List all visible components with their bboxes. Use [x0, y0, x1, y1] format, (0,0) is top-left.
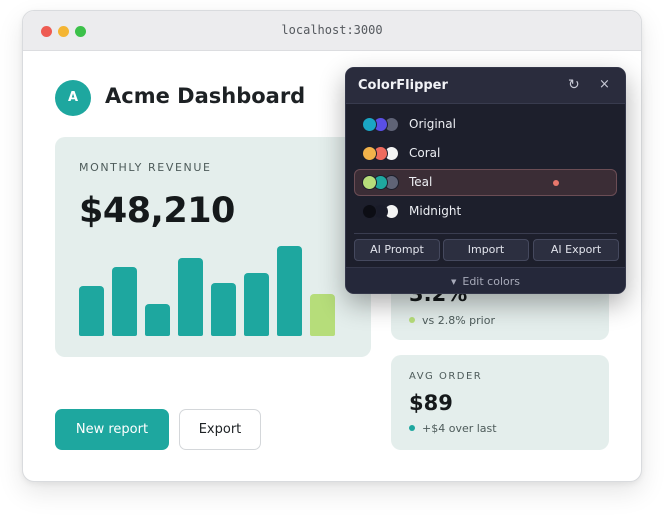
edit-colors-label: Edit colors [462, 275, 520, 288]
chart-bar [178, 258, 203, 336]
caret-down-icon: ▼ [450, 278, 457, 286]
chart-bar [310, 294, 335, 336]
panel-divider [354, 233, 617, 234]
avatar: A [55, 80, 91, 116]
trend-dot [409, 317, 415, 323]
export-button[interactable]: Export [179, 409, 261, 450]
stat-label: AVG ORDER [409, 371, 483, 382]
theme-name: Original [409, 117, 456, 131]
theme-name: Midnight [409, 204, 462, 218]
theme-option-midnight[interactable]: Midnight [354, 198, 617, 225]
import-button[interactable]: Import [443, 239, 529, 261]
chart-bar [211, 283, 236, 336]
stat-sub: vs 2.8% prior [409, 314, 495, 327]
browser-titlebar: localhost:3000 [23, 11, 641, 51]
stat-sub-text: +$4 over last [422, 422, 497, 435]
stat-sub-text: vs 2.8% prior [422, 314, 495, 327]
trend-dot [409, 425, 415, 431]
stat-sub: +$4 over last [409, 422, 497, 435]
chart-bar [112, 267, 137, 336]
revenue-label: MONTHLY REVENUE [79, 161, 212, 174]
new-report-button[interactable]: New report [55, 409, 169, 450]
color-swatch [362, 117, 377, 132]
colorflipper-panel: ColorFlipper ↻ × Original Coral Teal Mid… [345, 67, 626, 294]
active-theme-dot [553, 180, 559, 186]
ai-export-button[interactable]: AI Export [533, 239, 619, 261]
page-title: Acme Dashboard [105, 84, 306, 108]
color-swatch [362, 175, 377, 190]
theme-swatches [362, 204, 404, 220]
theme-option-coral[interactable]: Coral [354, 140, 617, 167]
theme-option-original[interactable]: Original [354, 111, 617, 138]
theme-name: Coral [409, 146, 441, 160]
color-swatch [362, 204, 377, 219]
chart-bar [244, 273, 269, 336]
color-swatch [362, 146, 377, 161]
chart-bar [277, 246, 302, 336]
revenue-card: MONTHLY REVENUE $48,210 [55, 137, 371, 357]
panel-title: ColorFlipper [358, 78, 448, 93]
theme-swatches [362, 117, 404, 133]
stat-card-avg-order: AVG ORDER $89 +$4 over last [391, 355, 609, 450]
theme-option-teal[interactable]: Teal [354, 169, 617, 196]
stat-value: $89 [409, 391, 453, 415]
close-icon[interactable]: × [599, 76, 610, 94]
chart-bar [79, 286, 104, 336]
theme-name: Teal [409, 175, 433, 189]
reset-icon[interactable]: ↻ [568, 76, 580, 94]
panel-header: ColorFlipper ↻ × [346, 68, 625, 104]
chart-bar [145, 304, 170, 336]
ai-prompt-button[interactable]: AI Prompt [354, 239, 440, 261]
edit-colors-toggle[interactable]: ▼ Edit colors [346, 267, 625, 293]
address-bar[interactable]: localhost:3000 [23, 23, 641, 37]
revenue-value: $48,210 [79, 191, 235, 231]
theme-swatches [362, 146, 404, 162]
theme-swatches [362, 175, 404, 191]
